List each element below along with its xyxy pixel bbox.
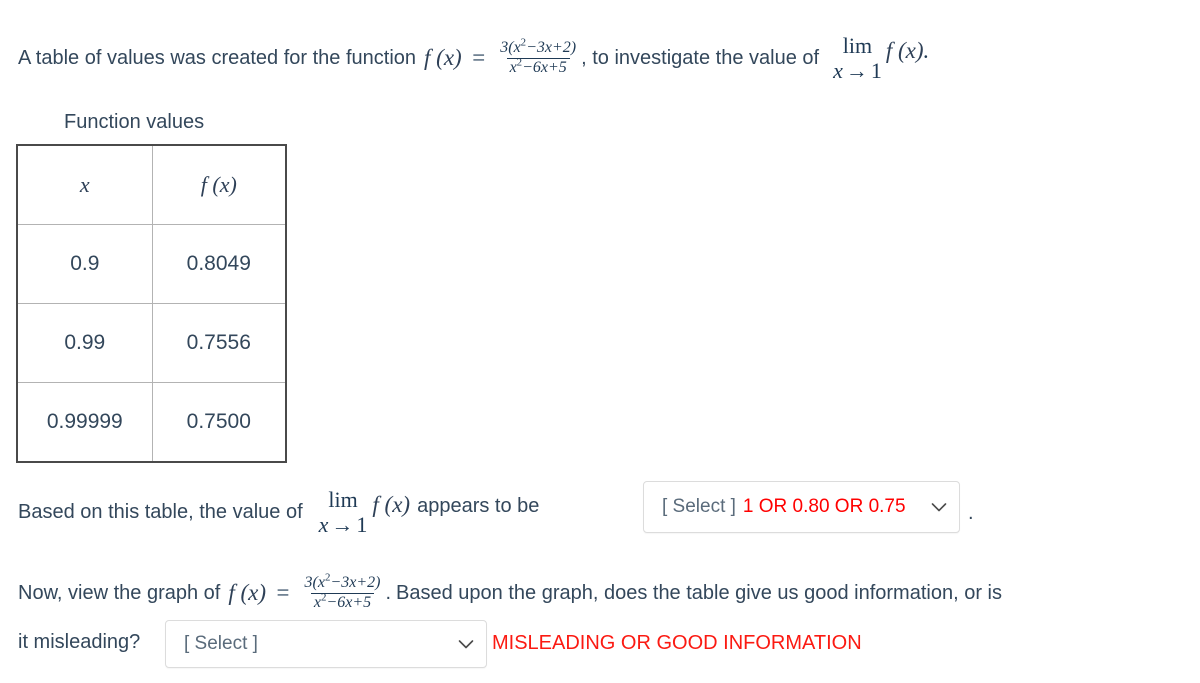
- intro-limit-expression: lim x → 1: [833, 34, 882, 82]
- fraction-numerator: 3(x2−3x+2): [500, 36, 577, 56]
- limit-subscript: x → 1: [318, 512, 368, 538]
- table-header-row: x f (x): [16, 144, 287, 225]
- intro-paragraph: A table of values was created for the fu…: [18, 34, 929, 82]
- table-row: 0.99999 0.7500: [16, 382, 287, 463]
- chevron-down-icon: [458, 639, 474, 650]
- question2-text-before: Now, view the graph of: [18, 582, 221, 605]
- question1-text-before: Based on this table, the value of: [18, 501, 303, 524]
- cell-fx: 0.8049: [151, 224, 287, 304]
- cell-x: 0.99: [16, 303, 153, 383]
- cell-fx: 0.7556: [151, 303, 287, 383]
- question1-paragraph: Based on this table, the value of lim x →…: [18, 488, 539, 536]
- question2-function-label: f (x): [228, 580, 267, 606]
- select-placeholder: [ Select ]: [662, 496, 736, 517]
- intro-text-middle: , to investigate the value of: [581, 47, 820, 70]
- intro-function-label: f (x): [424, 45, 462, 71]
- intro-period: .: [923, 38, 930, 64]
- question1-text-after: appears to be: [417, 495, 540, 518]
- question2-paragraph: Now, view the graph of f (x) = 3(x2−3x+2…: [18, 571, 1002, 612]
- table-row: 0.99 0.7556: [16, 303, 287, 383]
- function-values-table: x f (x) 0.9 0.8049 0.99 0.7556 0.99999 0…: [16, 144, 287, 463]
- limit-value-select[interactable]: [ Select ] 1 OR 0.80 OR 0.75: [643, 481, 960, 533]
- question2-fraction: 3(x2−3x+2) x2−6x+5: [302, 571, 384, 612]
- cell-x: 0.99999: [16, 382, 153, 463]
- cell-x: 0.9: [16, 224, 153, 304]
- select-placeholder: [ Select ]: [184, 633, 258, 654]
- worksheet-page: A table of values was created for the fu…: [0, 0, 1200, 683]
- intro-limit-function: f (x): [885, 38, 924, 64]
- table-header-fx: f (x): [151, 144, 287, 225]
- table-caption: Function values: [64, 111, 205, 133]
- fraction-denominator: x2−6x+5: [310, 592, 375, 612]
- limit-subscript: x → 1: [833, 58, 882, 84]
- question2-period-after-fraction: .: [385, 582, 392, 605]
- misleading-select[interactable]: [ Select ]: [165, 620, 487, 668]
- question1-limit-expression: lim x → 1: [319, 488, 368, 536]
- question1-limit-function: f (x): [372, 492, 411, 518]
- limit-operator: lim: [328, 487, 358, 512]
- chevron-down-icon: [931, 502, 947, 513]
- question2-text-after: Based upon the graph, does the table giv…: [396, 582, 1002, 605]
- select-value: 1 OR 0.80 OR 0.75: [742, 496, 906, 517]
- intro-text-before: A table of values was created for the fu…: [18, 47, 417, 70]
- fraction-denominator: x2−6x+5: [506, 57, 570, 77]
- limit-operator: lim: [842, 33, 873, 58]
- question1-period: .: [968, 502, 974, 524]
- question2-text-line2: it misleading?: [18, 631, 141, 653]
- intro-equals: =: [470, 45, 487, 71]
- table-row: 0.9 0.8049: [16, 224, 287, 304]
- intro-fraction: 3(x2−3x+2) x2−6x+5: [497, 36, 579, 77]
- question2-equals: =: [275, 580, 291, 606]
- fraction-numerator: 3(x2−3x+2): [304, 571, 381, 591]
- table-header-x: x: [16, 144, 153, 225]
- cell-fx: 0.7500: [151, 382, 287, 463]
- misleading-hint-label: MISLEADING OR GOOD INFORMATION: [492, 632, 862, 654]
